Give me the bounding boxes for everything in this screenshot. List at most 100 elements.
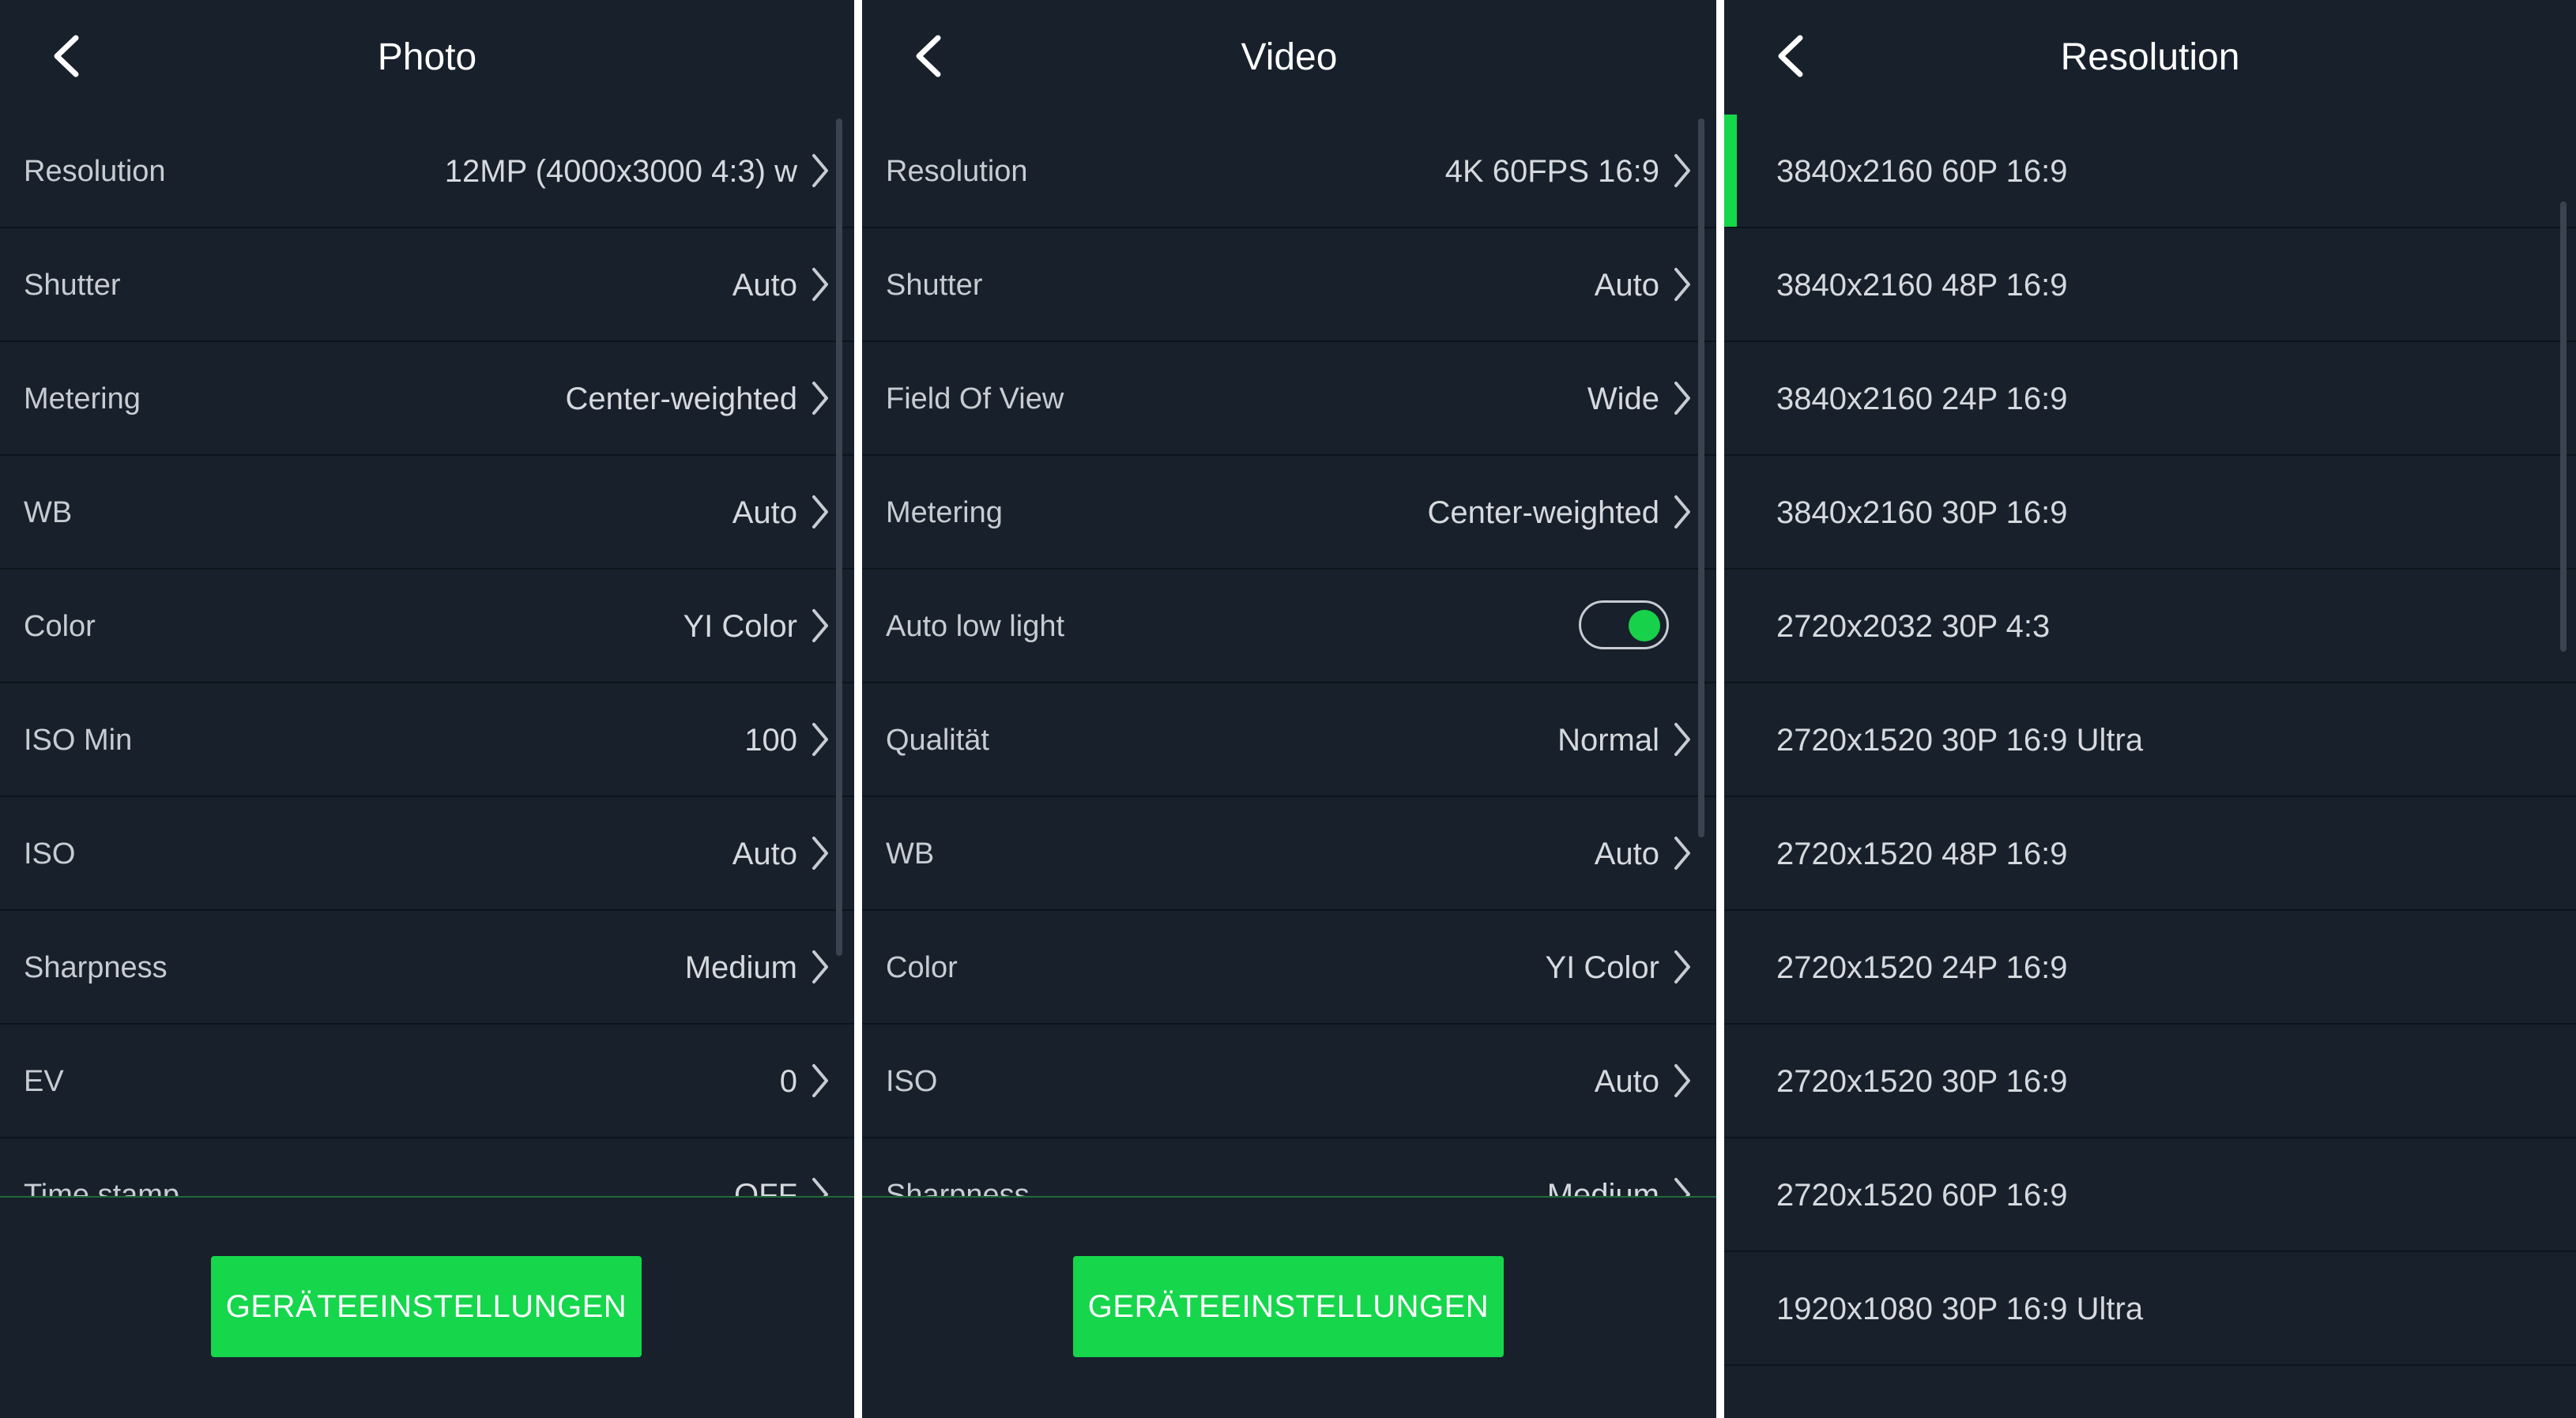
option-label: 2720x1520 60P 16:9 xyxy=(1776,1178,2068,1213)
row-label: Color xyxy=(886,951,958,984)
row-value: Medium xyxy=(684,950,797,985)
video-settings-list: Resolution 4K 60FPS 16:9 Shutter Auto Fi… xyxy=(862,115,1716,1197)
option-label: 3840x2160 30P 16:9 xyxy=(1776,495,2068,530)
settings-row-metering[interactable]: Metering Center-weighted xyxy=(862,456,1716,570)
page-title: Video xyxy=(1241,36,1338,78)
scrollbar[interactable] xyxy=(2560,201,2567,652)
row-value: Auto xyxy=(1594,268,1659,303)
row-label: Resolution xyxy=(886,155,1028,188)
settings-row-wb[interactable]: WB Auto xyxy=(0,456,854,570)
row-label: Color xyxy=(24,610,96,643)
settings-row-iso[interactable]: ISO Auto xyxy=(0,797,854,911)
row-value: Medium xyxy=(1546,1178,1659,1197)
resolution-option-selected[interactable]: 3840x2160 60P 16:9 xyxy=(1724,115,2576,228)
chevron-right-icon xyxy=(1672,494,1693,530)
resolution-option[interactable]: 2720x2032 30P 4:3 xyxy=(1724,570,2576,683)
row-label: ISO Min xyxy=(24,724,133,757)
resolution-option-list: 3840x2160 60P 16:9 3840x2160 48P 16:9 38… xyxy=(1724,115,2576,1418)
settings-row-shutter[interactable]: Shutter Auto xyxy=(862,228,1716,342)
footer-divider xyxy=(0,1196,854,1198)
row-value: Wide xyxy=(1587,382,1659,416)
option-label: 2720x1520 30P 16:9 xyxy=(1776,1064,2068,1099)
row-label: Time stamp xyxy=(24,1179,180,1197)
row-label: Field Of View xyxy=(886,382,1064,416)
row-label: EV xyxy=(24,1065,64,1098)
settings-row-field-of-view[interactable]: Field Of View Wide xyxy=(862,342,1716,456)
settings-row-shutter[interactable]: Shutter Auto xyxy=(0,228,854,342)
option-label: 2720x1520 48P 16:9 xyxy=(1776,837,2068,871)
resolution-picker-panel: Resolution 3840x2160 60P 16:9 3840x2160 … xyxy=(1724,0,2576,1418)
resolution-option[interactable]: 3840x2160 48P 16:9 xyxy=(1724,228,2576,342)
selected-indicator xyxy=(1724,115,1737,227)
row-label: WB xyxy=(24,496,73,529)
chevron-right-icon xyxy=(1672,380,1693,416)
row-value: Center-weighted xyxy=(565,382,798,416)
resolution-option[interactable]: 3840x2160 24P 16:9 xyxy=(1724,342,2576,456)
chevron-right-icon xyxy=(810,266,830,303)
row-label: ISO xyxy=(24,837,76,871)
row-label: ISO xyxy=(886,1065,938,1098)
settings-row-sharpness[interactable]: Sharpness Medium xyxy=(0,911,854,1025)
resolution-option[interactable]: 3840x2160 30P 16:9 xyxy=(1724,456,2576,570)
footer-divider xyxy=(862,1196,1716,1198)
row-label: Metering xyxy=(24,382,141,416)
photo-settings-panel: Photo Resolution 12MP (4000x3000 4:3) w … xyxy=(0,0,854,1418)
option-label: 3840x2160 60P 16:9 xyxy=(1776,154,2068,189)
chevron-right-icon xyxy=(810,380,830,416)
settings-row-ev[interactable]: EV 0 xyxy=(0,1025,854,1138)
settings-row-iso[interactable]: ISO Auto xyxy=(862,1025,1716,1138)
option-label: 2720x1520 24P 16:9 xyxy=(1776,950,2068,985)
row-value: Auto xyxy=(732,837,797,871)
chevron-right-icon xyxy=(810,721,830,758)
scrollbar[interactable] xyxy=(1698,118,1704,837)
chevron-right-icon xyxy=(810,1176,830,1197)
resolution-option[interactable]: 2720x1520 30P 16:9 Ultra xyxy=(1724,683,2576,797)
settings-row-quality[interactable]: Qualität Normal xyxy=(862,683,1716,797)
auto-low-light-toggle[interactable] xyxy=(1579,600,1669,649)
video-settings-panel: Video Resolution 4K 60FPS 16:9 Shutter A… xyxy=(862,0,1716,1418)
resolution-option[interactable]: 2720x1520 30P 16:9 xyxy=(1724,1025,2576,1138)
resolution-option[interactable]: 2720x1520 24P 16:9 xyxy=(1724,911,2576,1025)
resolution-option[interactable]: 2720x1520 60P 16:9 xyxy=(1724,1138,2576,1252)
settings-row-sharpness[interactable]: Sharpness Medium xyxy=(862,1138,1716,1197)
settings-row-wb[interactable]: WB Auto xyxy=(862,797,1716,911)
device-settings-button[interactable]: GERÄTEEINSTELLUNGEN xyxy=(211,1256,642,1357)
settings-row-resolution[interactable]: Resolution 12MP (4000x3000 4:3) w xyxy=(0,115,854,228)
row-label: Shutter xyxy=(24,269,121,302)
chevron-right-icon xyxy=(1672,835,1693,871)
settings-row-time-stamp[interactable]: Time stamp OFF xyxy=(0,1138,854,1197)
scrollbar[interactable] xyxy=(836,118,842,956)
chevron-right-icon xyxy=(810,607,830,644)
settings-row-resolution[interactable]: Resolution 4K 60FPS 16:9 xyxy=(862,115,1716,228)
photo-settings-list: Resolution 12MP (4000x3000 4:3) w Shutte… xyxy=(0,115,854,1197)
row-value: Center-weighted xyxy=(1427,495,1660,530)
row-label: WB xyxy=(886,837,935,871)
resolution-option[interactable]: 1920x1080 30P 16:9 Ultra xyxy=(1724,1252,2576,1366)
chevron-right-icon xyxy=(1672,721,1693,758)
chevron-right-icon xyxy=(1672,266,1693,303)
chevron-right-icon xyxy=(810,1063,830,1099)
row-label: Sharpness xyxy=(24,951,168,984)
option-label: 3840x2160 48P 16:9 xyxy=(1776,268,2068,303)
chevron-right-icon xyxy=(1672,1176,1693,1197)
row-label: Resolution xyxy=(24,155,166,188)
resolution-option[interactable]: 2720x1520 48P 16:9 xyxy=(1724,797,2576,911)
row-label: Sharpness xyxy=(886,1179,1030,1197)
chevron-right-icon xyxy=(810,152,830,189)
toggle-knob xyxy=(1629,610,1660,641)
option-label: 2720x2032 30P 4:3 xyxy=(1776,609,2051,644)
chevron-right-icon xyxy=(1672,949,1693,985)
row-value: YI Color xyxy=(683,609,798,644)
chevron-right-icon xyxy=(1672,1063,1693,1099)
chevron-right-icon xyxy=(1672,152,1693,189)
settings-row-iso-min[interactable]: ISO Min 100 xyxy=(0,683,854,797)
row-value: 12MP (4000x3000 4:3) w xyxy=(444,154,797,189)
chevron-right-icon xyxy=(810,494,830,530)
settings-row-metering[interactable]: Metering Center-weighted xyxy=(0,342,854,456)
settings-row-color[interactable]: Color YI Color xyxy=(862,911,1716,1025)
settings-row-auto-low-light: Auto low light xyxy=(862,570,1716,683)
row-label: Auto low light xyxy=(886,610,1065,643)
row-value: OFF xyxy=(734,1178,797,1197)
device-settings-button[interactable]: GERÄTEEINSTELLUNGEN xyxy=(1073,1256,1504,1357)
settings-row-color[interactable]: Color YI Color xyxy=(0,570,854,683)
